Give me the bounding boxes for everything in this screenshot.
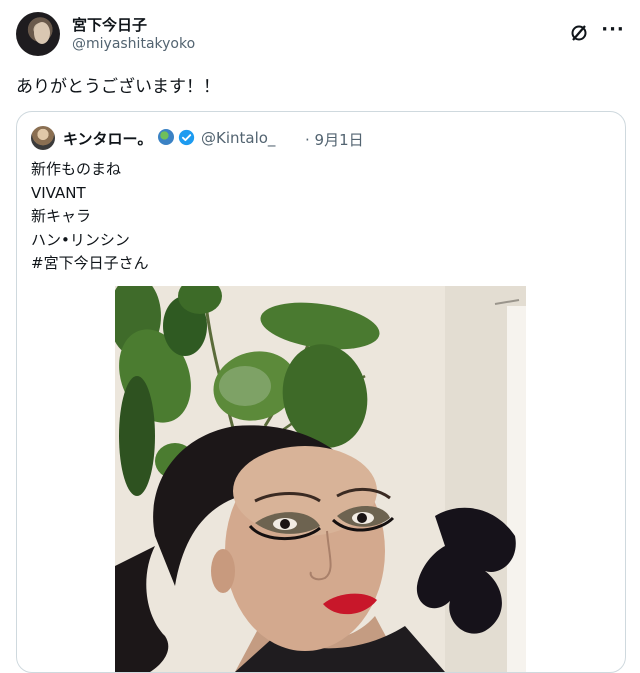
quoted-author-name[interactable]: キンタロー。 [63, 128, 152, 149]
quoted-line: VIVANT [31, 183, 86, 202]
quoted-line: 新作ものまね [31, 160, 122, 178]
globe-emoji-icon [158, 129, 174, 145]
quoted-line: 新キャラ [31, 207, 92, 225]
tweet-header: 宮下今日子 @miyashitakyoko ··· [16, 12, 624, 60]
author-handle[interactable]: @miyashitakyoko [72, 36, 195, 52]
quoted-tweet-photo[interactable] [115, 286, 526, 672]
quoted-hashtag[interactable]: #宮下今日子さん [31, 252, 149, 276]
verified-badge-icon [178, 129, 195, 146]
quoted-line: ハン•リンシン [31, 230, 130, 249]
grok-icon[interactable] [568, 22, 590, 44]
quoted-tweet[interactable]: キンタロー。 @Kintalo_ · 9月1日 新作ものまね VIVANT 新キ… [16, 111, 626, 673]
more-icon[interactable]: ··· [601, 18, 624, 40]
quoted-tweet-text: 新作ものまね VIVANT 新キャラ ハン•リンシン #宮下今日子さん [31, 158, 149, 276]
author-avatar[interactable] [16, 12, 60, 56]
quoted-author-handle[interactable]: @Kintalo_ [201, 129, 275, 147]
quoted-author-avatar[interactable] [31, 126, 55, 150]
tweet-text: ありがとうございます！！ [16, 77, 220, 97]
quoted-tweet-header: キンタロー。 @Kintalo_ · 9月1日 [31, 126, 611, 150]
author-name[interactable]: 宮下今日子 [72, 14, 147, 35]
quoted-tweet-date[interactable]: · 9月1日 [305, 129, 364, 150]
